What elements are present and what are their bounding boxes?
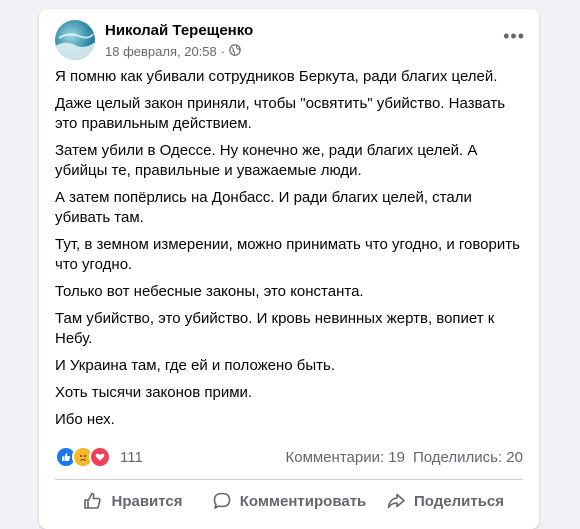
love-reaction-icon — [89, 446, 111, 468]
share-button[interactable]: Поделиться — [367, 486, 523, 516]
globe-icon — [229, 44, 241, 59]
post-header: Николай Терещенко 18 февраля, 20:58 · ••… — [39, 9, 539, 71]
post-card: Николай Терещенко 18 февраля, 20:58 · ••… — [39, 9, 539, 529]
post-paragraph: Хоть тысячи законов прими. — [55, 384, 253, 401]
reaction-icons[interactable] — [55, 446, 111, 468]
avatar[interactable] — [55, 20, 95, 60]
post-stats: Комментарии: 19 Поделились: 20 — [286, 449, 524, 466]
comments-count[interactable]: Комментарии: 19 — [286, 449, 406, 466]
post-paragraph: Там убийство, это убийство. И кровь неви… — [55, 310, 495, 347]
post-paragraph: Затем убили в Одессе. Ну конечно же, рад… — [55, 142, 478, 179]
like-label: Нравится — [111, 492, 183, 510]
meta-separator: · — [220, 44, 226, 59]
post-paragraph: Я помню как убивали сотрудников Беркута,… — [55, 68, 498, 85]
post-meta: 18 февраля, 20:58 · — [105, 44, 241, 59]
post-paragraph: И Украина там, где ей и положено быть. — [55, 357, 336, 374]
like-button[interactable]: Нравится — [55, 486, 211, 516]
reactions-count[interactable]: 111 — [120, 449, 143, 466]
author-name[interactable]: Николай Терещенко — [105, 22, 253, 39]
post-paragraph: Даже целый закон приняли, чтобы "освятит… — [55, 95, 506, 132]
reactions-bar: 111 Комментарии: 19 Поделились: 20 — [55, 446, 524, 468]
share-label: Поделиться — [413, 492, 505, 510]
post-paragraph: Тут, в земном измерении, можно принимать… — [55, 236, 520, 273]
post-text: Я помню как убивали сотрудников Беркута,… — [55, 67, 525, 437]
divider — [55, 479, 523, 480]
more-options-icon[interactable]: ••• — [503, 27, 525, 45]
post-paragraph: Ибо нех. — [55, 411, 115, 428]
post-date[interactable]: 18 февраля, 20:58 — [105, 44, 217, 59]
comment-label: Комментировать — [239, 492, 367, 510]
shares-count[interactable]: Поделились: 20 — [413, 449, 523, 466]
share-icon — [386, 491, 406, 511]
thumbs-up-icon — [83, 491, 103, 511]
action-bar: Нравится Комментировать Поделиться — [55, 486, 523, 516]
post-paragraph: А затем попёрлись на Донбасс. И ради бла… — [55, 189, 472, 226]
comment-button[interactable]: Комментировать — [211, 486, 367, 516]
post-paragraph: Только вот небесные законы, это констант… — [55, 283, 364, 300]
comment-icon — [212, 491, 232, 511]
